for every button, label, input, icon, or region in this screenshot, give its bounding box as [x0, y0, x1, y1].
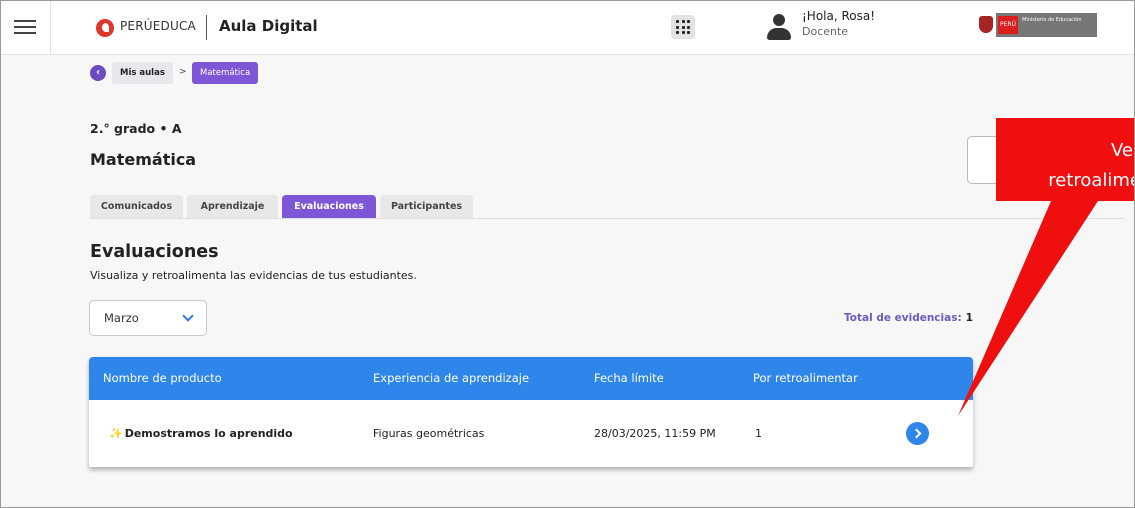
callout-line-2: retroalime [1048, 170, 1135, 191]
app-window: PERÚEDUCA Aula Digital ¡Hola, Rosa! Doce… [0, 0, 1135, 508]
callout-text: Ve retroalime [996, 136, 1135, 196]
callout-line-1: Ve [1111, 140, 1133, 161]
callout-shape [958, 118, 1134, 416]
